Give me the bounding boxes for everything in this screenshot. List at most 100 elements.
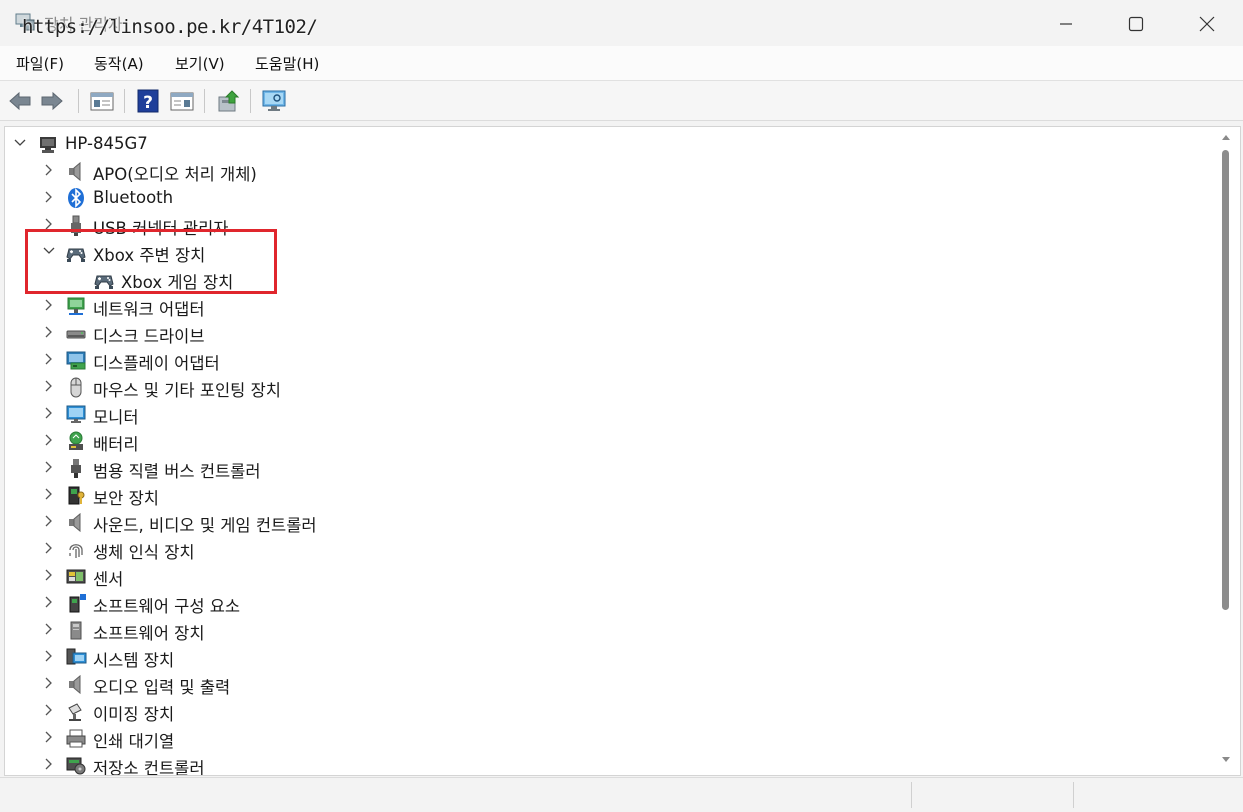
usb-controller-icon: [71, 459, 81, 478]
chevron-right-icon[interactable]: [42, 703, 56, 717]
toolbar-separator: [204, 89, 205, 113]
forward-arrow-icon: [41, 91, 63, 111]
chevron-right-icon[interactable]: [42, 676, 56, 690]
status-divider: [911, 782, 912, 808]
scroll-down-arrow-icon[interactable]: [1221, 756, 1231, 764]
properties-panel-button[interactable]: [88, 87, 116, 115]
tree-item-label: 이미징 장치: [93, 705, 175, 724]
chevron-down-icon[interactable]: [13, 136, 27, 150]
tree-row[interactable]: 디스크 드라이브: [5, 319, 1215, 346]
tree-row[interactable]: Bluetooth: [5, 184, 1215, 211]
chevron-right-icon[interactable]: [42, 514, 56, 528]
chevron-right-icon[interactable]: [42, 460, 56, 474]
sensor-icon: [66, 569, 86, 584]
tree-row[interactable]: 센서: [5, 562, 1215, 589]
tree-row[interactable]: 소프트웨어 구성 요소: [5, 589, 1215, 616]
tree-item-label: 시스템 장치: [93, 651, 175, 670]
menu-view[interactable]: 보기(V): [175, 53, 225, 74]
chevron-right-icon[interactable]: [42, 541, 56, 555]
tree-item-label: APO(오디오 처리 개체): [93, 165, 257, 184]
chevron-right-icon[interactable]: [42, 406, 56, 420]
tree-item-label: 센서: [93, 570, 124, 589]
update-driver-button[interactable]: [214, 87, 242, 115]
minimize-button[interactable]: [1031, 0, 1101, 46]
properties-panel-icon: [90, 92, 114, 111]
back-button[interactable]: [6, 87, 34, 115]
tree-item-label: 오디오 입력 및 출력: [93, 678, 231, 697]
chevron-right-icon[interactable]: [42, 568, 56, 582]
sound-icon: [69, 512, 81, 533]
chevron-right-icon[interactable]: [42, 325, 56, 339]
speaker-icon: [69, 161, 81, 182]
minimize-icon: [1060, 23, 1072, 25]
chevron-right-icon[interactable]: [42, 649, 56, 663]
chevron-right-icon[interactable]: [42, 730, 56, 744]
tree-row[interactable]: 범용 직렬 버스 컨트롤러: [5, 454, 1215, 481]
tree-row[interactable]: APO(오디오 처리 개체): [5, 157, 1215, 184]
forward-button[interactable]: [38, 87, 66, 115]
tree-row[interactable]: 디스플레이 어댑터: [5, 346, 1215, 373]
bluetooth-icon: [68, 188, 84, 208]
chevron-right-icon[interactable]: [42, 433, 56, 447]
menu-action[interactable]: 동작(A): [94, 53, 144, 74]
chevron-right-icon[interactable]: [42, 190, 56, 204]
tree-item-label: 소프트웨어 장치: [93, 624, 205, 643]
details-view-icon: [170, 92, 194, 111]
toolbar-separator: [250, 89, 251, 113]
close-button[interactable]: [1172, 0, 1242, 46]
system-device-icon: [66, 648, 87, 665]
tree-item-label: 디스크 드라이브: [93, 327, 205, 346]
tree-row[interactable]: 사운드, 비디오 및 게임 컨트롤러: [5, 508, 1215, 535]
tree-row[interactable]: 배터리: [5, 427, 1215, 454]
network-icon: [67, 297, 85, 315]
chevron-right-icon[interactable]: [42, 757, 56, 771]
tree-item-label: 인쇄 대기열: [93, 732, 175, 751]
chevron-right-icon[interactable]: [42, 352, 56, 366]
chevron-right-icon[interactable]: [42, 298, 56, 312]
tree-item-label: 디스플레이 어댑터: [93, 354, 220, 373]
tree-item-label: 사운드, 비디오 및 게임 컨트롤러: [93, 516, 317, 535]
tree-row[interactable]: 이미징 장치: [5, 697, 1215, 724]
tree-row[interactable]: 오디오 입력 및 출력: [5, 670, 1215, 697]
chevron-right-icon[interactable]: [42, 163, 56, 177]
maximize-icon: [1128, 16, 1144, 32]
maximize-button[interactable]: [1101, 0, 1171, 46]
tree-item-label: 저장소 컨트롤러: [93, 759, 205, 776]
tree-row[interactable]: 시스템 장치: [5, 643, 1215, 670]
tree-row[interactable]: 보안 장치: [5, 481, 1215, 508]
storage-controller-icon: [66, 757, 86, 775]
tree-row[interactable]: 생체 인식 장치: [5, 535, 1215, 562]
chevron-right-icon[interactable]: [42, 595, 56, 609]
tree-item-label: 네트워크 어댑터: [93, 300, 205, 319]
title-bar: 장치 관리자 https://linsoo.pe.kr/4T102/: [0, 0, 1243, 46]
device-tree-panel[interactable]: HP-845G7 APO(오디오 처리 개체) Bluetooth USB 커넥터 관…: [4, 126, 1241, 776]
scroll-up-arrow-icon[interactable]: [1221, 133, 1231, 141]
tree-item-label: 생체 인식 장치: [93, 543, 195, 562]
tree-item-label: 모니터: [93, 408, 139, 427]
computer-icon: [40, 137, 56, 153]
battery-icon: [69, 431, 83, 450]
chevron-right-icon[interactable]: [42, 487, 56, 501]
details-view-button[interactable]: [168, 87, 196, 115]
status-divider: [1073, 782, 1074, 808]
tree-row[interactable]: 모니터: [5, 400, 1215, 427]
tree-row[interactable]: 네트워크 어댑터: [5, 292, 1215, 319]
vertical-scrollbar-thumb[interactable]: [1222, 150, 1229, 610]
svg-text:?: ?: [143, 93, 153, 113]
menu-file[interactable]: 파일(F): [16, 53, 64, 74]
chevron-right-icon[interactable]: [42, 379, 56, 393]
toolbar: ?: [0, 81, 1243, 121]
security-key-icon: [68, 486, 85, 505]
tree-row[interactable]: 인쇄 대기열: [5, 724, 1215, 751]
scan-hardware-button[interactable]: [260, 87, 288, 115]
tree-row[interactable]: 저장소 컨트롤러: [5, 751, 1215, 776]
tree-row[interactable]: HP-845G7: [5, 130, 1215, 157]
chevron-right-icon[interactable]: [42, 622, 56, 636]
back-arrow-icon: [9, 91, 31, 111]
software-component-icon: [69, 594, 86, 613]
tree-row[interactable]: 소프트웨어 장치: [5, 616, 1215, 643]
menu-help[interactable]: 도움말(H): [255, 53, 319, 74]
help-button[interactable]: ?: [134, 87, 162, 115]
status-bar: [0, 777, 1243, 812]
tree-row[interactable]: 마우스 및 기타 포인팅 장치: [5, 373, 1215, 400]
